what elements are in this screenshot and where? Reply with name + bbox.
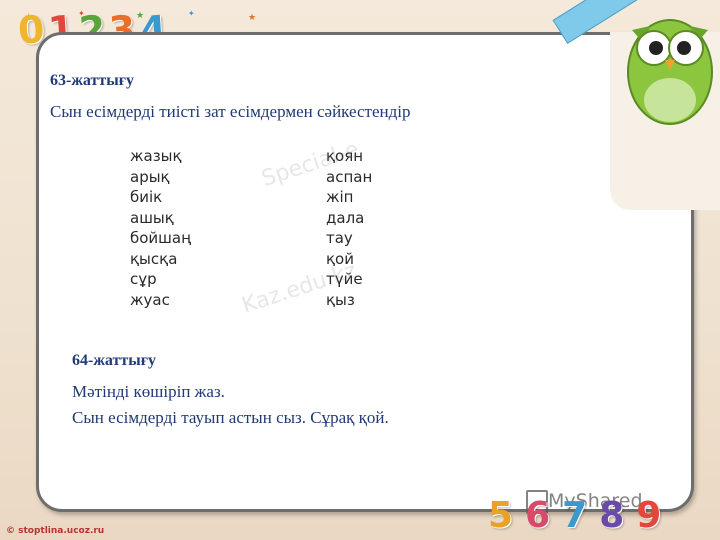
bottom-digits-banner: 5 6 7 8 9: [488, 496, 661, 536]
adjective-item: жазық: [130, 147, 182, 165]
adjectives-column: жазық арық биік ашық бойшаң қысқа сұр жу…: [130, 146, 191, 310]
exercise-64-title: 64-жаттығу: [72, 352, 156, 369]
adjective-item: сұр: [130, 270, 157, 288]
owl-icon: [627, 19, 713, 125]
adjective-item: қысқа: [130, 249, 178, 268]
exercise-64-line-1: Мәтінді көшіріп жаз.: [72, 382, 225, 401]
noun-item: тау: [326, 229, 353, 247]
svg-text:★: ★: [24, 12, 33, 23]
noun-item: аспан: [326, 167, 373, 186]
credit-text: © stoptlina.ucoz.ru: [6, 526, 105, 536]
adjective-item: жуас: [130, 290, 170, 309]
adjective-item: арық: [130, 167, 170, 186]
digit-9: 9: [636, 495, 662, 536]
svg-text:✦: ✦: [78, 9, 85, 18]
noun-item: дала: [326, 208, 365, 227]
noun-item: қоян: [326, 147, 364, 165]
svg-text:★: ★: [248, 12, 256, 22]
noun-item: жіп: [326, 188, 354, 206]
adjective-item: ашық: [130, 208, 174, 227]
svg-text:✦: ✦: [188, 9, 195, 18]
adjective-item: бойшаң: [130, 229, 192, 247]
exercise-63-title: 63-жаттығу: [50, 72, 134, 89]
noun-item: түйе: [326, 270, 363, 288]
noun-item: қой: [326, 249, 354, 268]
exercise-64-line-2: Сын есімдерді тауып астын сыз. Сұрақ қой…: [72, 408, 389, 427]
digit-5: 5: [488, 495, 514, 536]
adjective-item: биік: [130, 188, 163, 206]
digit-6: 6: [525, 495, 551, 536]
noun-item: қыз: [326, 290, 355, 309]
svg-text:★: ★: [136, 10, 144, 20]
exercise-63-instruction: Сын есімдерді тиісті зат есімдермен сәйк…: [50, 102, 411, 121]
nouns-column: қоян аспан жіп дала тау қой түйе қыз: [326, 146, 372, 310]
digit-7: 7: [562, 495, 588, 536]
digit-8: 8: [599, 495, 625, 536]
word-matching-table: жазық арық биік ашық бойшаң қысқа сұр жу…: [110, 137, 416, 319]
